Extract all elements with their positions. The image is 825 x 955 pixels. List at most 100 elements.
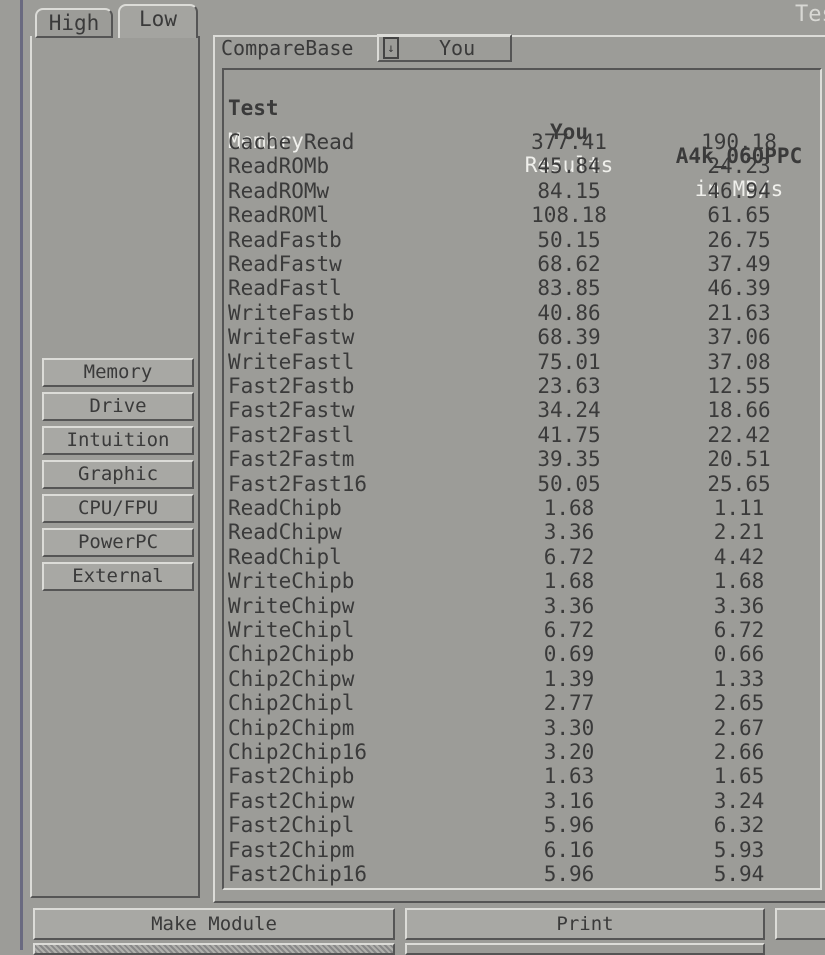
you-value: 23.63 xyxy=(537,374,601,398)
table-row: Chip2Chipb 0.69 0.66 xyxy=(224,642,820,666)
base-value: 22.42 xyxy=(707,422,771,447)
test-name: Fast2Chipb xyxy=(228,764,355,789)
test-name: Chip2Chipw xyxy=(228,666,355,691)
you-value: 3.36 xyxy=(543,520,595,545)
you-value: 84.15 xyxy=(537,178,601,203)
category-button-drive[interactable]: Drive xyxy=(42,392,194,421)
base-value: 18.66 xyxy=(707,398,771,423)
table-row: WriteChipb 1.68 1.68 xyxy=(224,569,820,593)
you-value: 3.36 xyxy=(543,593,595,618)
table-row: WriteFastw 68.39 37.06 xyxy=(224,325,820,349)
you-value: 50.05 xyxy=(537,471,601,496)
base-value: 2.65 xyxy=(713,691,765,716)
test-name: WriteFastl xyxy=(228,349,355,374)
test-name: ReadFastb xyxy=(228,227,342,252)
you-value: 1.63 xyxy=(543,764,595,789)
table-header: Test You A4k_060PPC xyxy=(224,72,820,168)
test-name: ReadROMl xyxy=(228,203,330,228)
test-name: ReadROMw xyxy=(228,178,330,203)
make-module-button[interactable]: Make Module xyxy=(33,908,395,940)
table-row: ReadFastl 83.85 46.39 xyxy=(224,276,820,300)
you-value: 1.68 xyxy=(543,496,595,520)
test-name: ReadFastl xyxy=(228,276,342,301)
print-button[interactable]: Print xyxy=(405,908,765,940)
table-row: WriteFastl 75.01 37.08 xyxy=(224,350,820,374)
table-row: Fast2Chip16 5.96 5.94 xyxy=(224,862,820,886)
category-button-external[interactable]: External xyxy=(42,562,194,591)
base-value: 2.67 xyxy=(713,715,765,740)
table-row: Fast2Fast16 50.05 25.65 xyxy=(224,472,820,496)
base-value: 37.49 xyxy=(707,252,771,276)
test-name: ReadFastw xyxy=(228,252,342,276)
base-value: 61.65 xyxy=(707,203,771,228)
you-value: 5.96 xyxy=(543,813,595,838)
table-row: WriteFastb 40.86 21.63 xyxy=(224,301,820,325)
category-button-memory[interactable]: Memory xyxy=(42,358,194,387)
table-row: Cache Read 377.41 190.18 xyxy=(224,130,820,154)
base-value: 2.66 xyxy=(713,740,765,764)
table-row: Fast2Fastb 23.63 12.55 xyxy=(224,374,820,398)
you-value: 75.01 xyxy=(537,349,601,374)
base-value: 6.72 xyxy=(713,618,765,642)
print-label: Print xyxy=(556,913,614,935)
category-button-graphic[interactable]: Graphic xyxy=(42,460,194,489)
base-value: 12.55 xyxy=(707,374,771,398)
table-row: Chip2Chipm 3.30 2.67 xyxy=(224,716,820,740)
table-row: ReadChipb 1.68 1.11 xyxy=(224,496,820,520)
make-module-label: Make Module xyxy=(151,913,277,935)
you-value: 5.96 xyxy=(543,862,595,886)
test-name: Fast2Chipw xyxy=(228,788,355,813)
compare-base-cycle[interactable]: ↓ You xyxy=(377,34,512,62)
table-row: ReadROMl 108.18 61.65 xyxy=(224,203,820,227)
category-button-powerpc[interactable]: PowerPC xyxy=(42,528,194,557)
table-row: ReadROMb 45.84 24.23 xyxy=(224,154,820,178)
lower-button-left[interactable] xyxy=(33,943,395,955)
test-name: ReadChipw xyxy=(228,520,342,545)
test-name: WriteChipw xyxy=(228,593,355,618)
base-value: 46.39 xyxy=(707,276,771,301)
test-name: WriteChipb xyxy=(228,569,355,594)
you-value: 6.72 xyxy=(543,618,595,642)
test-name: Fast2Chipl xyxy=(228,813,355,838)
table-row: Chip2Chipl 2.77 2.65 xyxy=(224,691,820,715)
test-name: ReadChipl xyxy=(228,544,342,569)
table-row: Fast2Chipl 5.96 6.32 xyxy=(224,813,820,837)
tab-low[interactable]: Low xyxy=(118,4,198,38)
window-title: Tes xyxy=(795,2,825,27)
test-name: WriteFastb xyxy=(228,300,355,325)
base-value: 26.75 xyxy=(707,227,771,252)
test-name: Chip2Chipm xyxy=(228,715,355,740)
you-value: 6.72 xyxy=(543,544,595,569)
test-name: Cache Read xyxy=(228,130,355,154)
base-value: 3.24 xyxy=(713,788,765,813)
base-value: 1.11 xyxy=(713,496,765,520)
base-value: 21.63 xyxy=(707,300,771,325)
table-row: Chip2Chip16 3.20 2.66 xyxy=(224,740,820,764)
test-name: Fast2Fastw xyxy=(228,398,355,423)
table-row: WriteChipl 6.72 6.72 xyxy=(224,618,820,642)
test-name: Fast2Fast16 xyxy=(228,471,368,496)
base-value: 37.06 xyxy=(707,325,771,350)
you-value: 108.18 xyxy=(531,203,607,228)
you-value: 3.30 xyxy=(543,715,595,740)
you-value: 41.75 xyxy=(537,422,601,447)
base-value: 190.18 xyxy=(701,130,777,154)
base-value: 5.93 xyxy=(713,837,765,862)
section-header: Memory Results in MB/s xyxy=(224,105,820,201)
lower-button-right[interactable] xyxy=(405,943,765,955)
you-value: 39.35 xyxy=(537,447,601,472)
table-row: Fast2Fastw 34.24 18.66 xyxy=(224,398,820,422)
table-row: ReadFastw 68.62 37.49 xyxy=(224,252,820,276)
you-value: 45.84 xyxy=(537,154,601,179)
compare-base-value: You xyxy=(439,36,476,60)
extra-button[interactable] xyxy=(775,908,825,940)
base-value: 37.08 xyxy=(707,349,771,374)
tab-high[interactable]: High xyxy=(35,8,113,38)
table-row: Fast2Chipb 1.63 1.65 xyxy=(224,764,820,788)
test-name: Fast2Chip16 xyxy=(228,862,368,886)
test-name: Chip2Chip16 xyxy=(228,740,368,764)
category-button-intuition[interactable]: Intuition xyxy=(42,426,194,455)
category-button-cpufpu[interactable]: CPU/FPU xyxy=(42,494,194,523)
table-row: Fast2Fastm 39.35 20.51 xyxy=(224,447,820,471)
you-value: 34.24 xyxy=(537,398,601,423)
